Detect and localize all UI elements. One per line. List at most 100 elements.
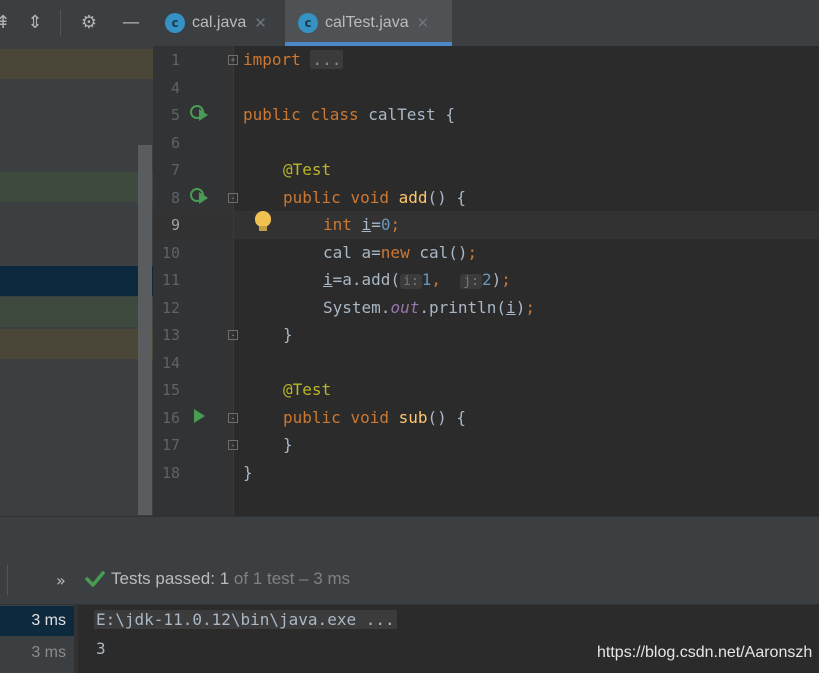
fold-icon[interactable]: - [228, 440, 238, 450]
semicolon: ; [467, 243, 478, 262]
keyword: void [350, 408, 389, 427]
line-number: 11 [161, 271, 180, 289]
test-results-toolbar [0, 517, 819, 605]
line-number: 16 [161, 409, 180, 427]
class-icon: c [298, 13, 318, 33]
keyword: new [380, 243, 410, 262]
close-icon[interactable]: ✕ [254, 14, 267, 32]
line-number: 14 [161, 354, 180, 372]
run-test-sub-icon[interactable] [194, 409, 205, 423]
check-icon [85, 571, 105, 587]
keyword: void [350, 188, 389, 207]
line-number: 6 [170, 134, 180, 152]
toolbar-divider [60, 10, 61, 36]
number: 1 [421, 270, 432, 289]
code-line-12: System.out.println(i); [323, 298, 535, 317]
tree-row-highlight[interactable] [0, 49, 153, 79]
folded-imports[interactable]: ... [310, 50, 344, 69]
more-icon[interactable]: » [56, 571, 66, 590]
test-tree-row-selected[interactable]: 3 ms [0, 606, 74, 636]
annotation: @Test [283, 160, 332, 179]
tab-caltest-java[interactable]: c calTest.java ✕ [285, 0, 452, 46]
line-number: 10 [161, 244, 180, 262]
run-arrow-icon[interactable] [199, 109, 208, 121]
status-label: Tests passed: [111, 569, 215, 588]
keyword: import [243, 50, 301, 69]
code-line-15: @Test [283, 380, 331, 399]
parameter-hint: j: [460, 274, 482, 289]
close-icon[interactable]: ✕ [417, 14, 430, 32]
code-text: cal a= [323, 243, 381, 262]
line-number: 17 [161, 436, 180, 454]
code-line-9: int i=0; [323, 215, 400, 234]
code-text: ) [515, 298, 526, 317]
tree-row-highlight[interactable] [0, 297, 153, 327]
expand-collapse-icon[interactable]: ⇕ [24, 12, 46, 34]
fold-icon[interactable]: - [228, 330, 238, 340]
tab-label: cal.java [192, 14, 247, 31]
console-command[interactable]: E:\jdk-11.0.12\bin\java.exe ... [94, 610, 397, 629]
static-field: out [390, 298, 420, 317]
test-time: 3 ms [31, 612, 66, 629]
test-tree-row[interactable]: 3 ms [0, 638, 74, 668]
project-scrollbar[interactable] [138, 145, 152, 515]
code-text: ) [491, 270, 502, 289]
line-number-current: 9 [170, 216, 180, 234]
brace: } [283, 435, 293, 454]
annotation: @Test [283, 380, 332, 399]
variable: i [361, 215, 372, 234]
collapse-icon[interactable]: ⇞ [0, 12, 14, 34]
code-text: =a.add( [332, 270, 401, 289]
tab-label: calTest.java [325, 14, 409, 31]
line-number: 13 [161, 326, 180, 344]
method-params: () { [427, 408, 467, 427]
comma: , [431, 270, 442, 289]
console-output-value: 3 [96, 639, 106, 658]
watermark: https://blog.csdn.net/Aaronszh [597, 644, 813, 661]
fold-icon[interactable]: + [228, 55, 238, 65]
code-line-10: cal a=new cal(); [323, 243, 477, 262]
line-number: 5 [170, 106, 180, 124]
method-name: sub [398, 408, 428, 427]
fold-icon[interactable]: - [228, 193, 238, 203]
number: 2 [481, 270, 492, 289]
code-text: cal() [409, 243, 468, 262]
gear-icon[interactable]: ⚙ [78, 12, 100, 34]
minimize-icon[interactable]: — [120, 12, 142, 34]
passed-count: 1 [219, 569, 230, 588]
test-status: Tests passed: 1 of 1 test – 3 ms [111, 569, 350, 589]
code-text: .println( [419, 298, 507, 317]
code-line-16: public void sub() { [283, 408, 466, 427]
run-arrow-icon[interactable] [199, 192, 208, 204]
lightbulb-icon[interactable] [255, 211, 271, 227]
brace: { [445, 105, 455, 124]
total-count: of 1 test [233, 569, 295, 588]
project-toolbar: ⇞ ⇕ ⚙ — [0, 0, 153, 46]
code-line-17: } [283, 435, 293, 454]
tree-row-highlight[interactable] [0, 329, 153, 359]
parameter-hint: i: [400, 274, 422, 289]
keyword: public [283, 188, 341, 207]
code-line-13: } [283, 325, 293, 344]
code-line-18: } [243, 463, 253, 482]
semicolon: ; [525, 298, 535, 317]
code-line-1: import ... [243, 50, 344, 69]
keyword: int [323, 215, 352, 234]
class-name: calTest [368, 105, 436, 124]
code-text: System. [323, 298, 391, 317]
test-tree: 3 ms 3 ms [0, 605, 78, 673]
keyword: class [310, 105, 359, 124]
line-number: 4 [170, 79, 180, 97]
project-panel [0, 46, 153, 516]
current-line-highlight [153, 211, 819, 239]
code-line-7: @Test [283, 160, 331, 179]
line-number: 12 [161, 299, 180, 317]
method-name: add [398, 188, 428, 207]
tab-cal-java[interactable]: c cal.java ✕ [165, 0, 283, 46]
tree-row-highlight[interactable] [0, 172, 153, 202]
fold-icon[interactable]: - [228, 413, 238, 423]
brace: } [283, 325, 293, 344]
tree-row-selected[interactable] [0, 266, 153, 296]
test-duration: – 3 ms [299, 569, 351, 588]
line-number: 7 [170, 161, 180, 179]
